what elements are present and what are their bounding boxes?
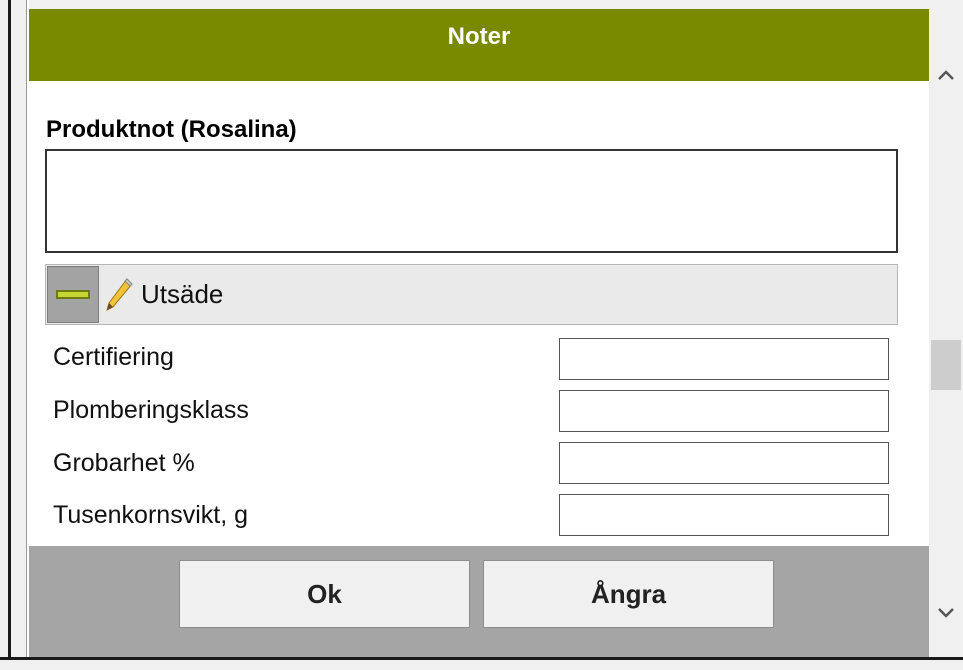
notes-dialog: Noter Produktnot (Rosalina) Utsäde Certi… (29, 0, 929, 657)
collapse-button[interactable] (47, 266, 99, 323)
dialog-title: Noter (447, 23, 511, 50)
section-header-seed[interactable]: Utsäde (45, 264, 898, 325)
dialog-header: Noter (29, 9, 929, 81)
pencil-icon[interactable] (101, 273, 135, 317)
thousand-kernel-weight-input[interactable] (559, 494, 889, 536)
window-frame-bottom (0, 657, 963, 670)
cancel-button[interactable]: Ångra (483, 560, 774, 628)
dialog-top-strip (29, 0, 929, 9)
window-frame-left (0, 0, 27, 670)
field-label-germination: Grobarhet % (53, 449, 195, 477)
chevron-down-icon[interactable] (929, 593, 963, 633)
sealing-class-input[interactable] (559, 390, 889, 432)
certification-input[interactable] (559, 338, 889, 380)
field-label-certification: Certifiering (53, 343, 174, 371)
minus-icon (56, 290, 90, 299)
chevron-up-icon[interactable] (929, 55, 963, 95)
vertical-scrollbar[interactable] (929, 0, 963, 657)
field-label-thousand-kernel-weight: Tusenkornsvikt, g (53, 501, 248, 529)
product-note-textarea[interactable] (45, 149, 898, 253)
ok-button[interactable]: Ok (179, 560, 470, 628)
field-label-sealing-class: Plomberingsklass (53, 396, 249, 424)
section-title: Utsäde (141, 279, 224, 309)
window-border (8, 0, 11, 660)
product-note-label: Produktnot (Rosalina) (46, 116, 297, 143)
dialog-footer: Ok Ångra (29, 546, 929, 657)
scrollbar-thumb[interactable] (931, 340, 961, 390)
germination-input[interactable] (559, 442, 889, 484)
